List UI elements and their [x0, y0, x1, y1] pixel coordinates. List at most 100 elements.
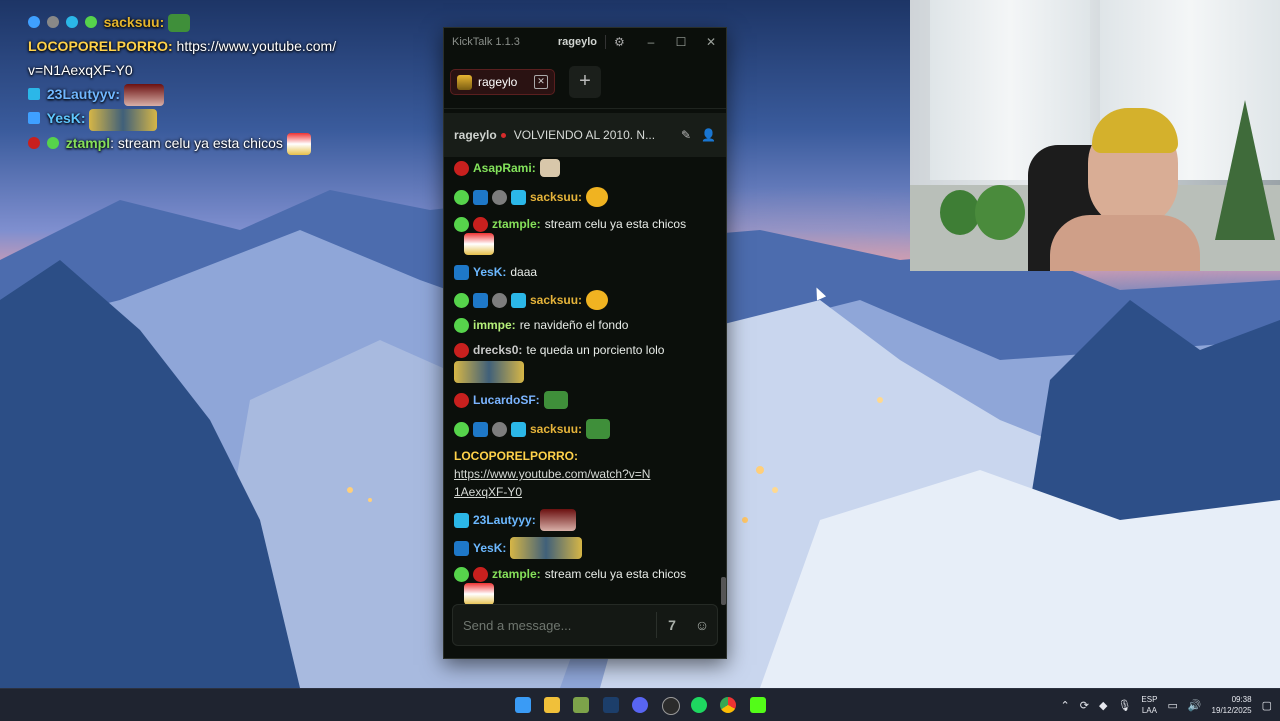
maximize-button[interactable]: ☐	[666, 35, 696, 49]
obs-icon[interactable]	[662, 697, 680, 715]
badge-icon	[511, 189, 526, 205]
overlay-username: YesK:	[46, 110, 86, 127]
discord-icon[interactable]	[632, 697, 648, 713]
chat-username[interactable]: sacksuu:	[530, 291, 582, 309]
chat-username[interactable]: immpe:	[473, 316, 516, 334]
windows-start-icon[interactable]	[515, 697, 531, 713]
badge-icon	[454, 421, 469, 437]
badge-icon	[28, 136, 40, 149]
clock-date: 19/12/2025	[1211, 706, 1252, 715]
badge-icon	[454, 216, 469, 232]
kick-emote-icon[interactable]: ☺	[687, 617, 717, 633]
app-title: KickTalk 1.1.3	[452, 36, 520, 48]
network-icon[interactable]: ▭	[1167, 699, 1177, 712]
stream-info-bar: rageylo VOLVIENDO AL 2010. N... ✎ 👤	[444, 113, 726, 157]
overlay-username: ztampl	[65, 134, 111, 151]
minecraft-icon[interactable]	[573, 697, 589, 713]
message-input[interactable]: Send a message... 7 ☺	[452, 604, 718, 646]
stream-username[interactable]: rageylo	[454, 128, 497, 142]
badge-icon	[492, 421, 507, 437]
chat-message: LOCOPORELPORRO: https://www.youtube.com/…	[454, 447, 716, 501]
badge-icon	[454, 264, 469, 280]
webcam-tree	[1215, 100, 1275, 240]
settings-icon[interactable]: ⚙	[614, 35, 625, 49]
badge-icon	[511, 292, 526, 308]
channel-avatar	[457, 74, 472, 90]
shield-icon[interactable]: ◆	[1099, 699, 1107, 712]
message-input-placeholder: Send a message...	[463, 617, 572, 633]
pin-icon[interactable]: ✎	[681, 128, 691, 142]
overlay-line: ztampl: stream celu ya esta chicos	[28, 131, 408, 155]
language-code: ESP	[1141, 695, 1158, 704]
chat-username[interactable]: drecks0:	[473, 341, 522, 359]
close-button[interactable]: ✕	[696, 35, 726, 49]
badge-icon	[511, 421, 526, 437]
chat-username[interactable]: sacksuu:	[530, 188, 582, 206]
titlebar-divider	[605, 35, 607, 49]
tab-bar: rageylo ✕ +	[444, 56, 726, 109]
chat-overlay: sacksuu: LOCOPORELPORRO: https://www.you…	[28, 10, 408, 155]
window-titlebar[interactable]: KickTalk 1.1.3 rageylo ⚙ – ☐ ✕	[444, 28, 726, 56]
language-indicator[interactable]: ESP LAA	[1141, 694, 1157, 716]
add-tab-button[interactable]: +	[569, 66, 601, 98]
clock[interactable]: 09:38 19/12/2025	[1212, 694, 1252, 716]
chat-text: stream celu ya esta chicos	[544, 567, 687, 581]
chat-username[interactable]: ztample:	[492, 215, 541, 233]
chat-username[interactable]: LucardoSF:	[473, 391, 540, 409]
file-explorer-icon[interactable]	[544, 697, 560, 713]
chat-scrollbar[interactable]	[721, 577, 726, 605]
badge-icon	[84, 16, 97, 28]
badge-icon	[473, 216, 488, 232]
chat-username[interactable]: sacksuu:	[530, 420, 582, 438]
overlay-username: LOCOPORELPORRO:	[28, 38, 173, 54]
7tv-emote-icon[interactable]: 7	[657, 617, 687, 633]
sync-icon[interactable]: ⟳	[1080, 699, 1089, 712]
steam-icon[interactable]	[603, 697, 619, 713]
chat-message: sacksuu:	[454, 187, 716, 207]
volume-icon[interactable]: 🔊	[1188, 699, 1202, 712]
chat-username[interactable]: LOCOPORELPORRO:	[454, 449, 578, 463]
chat-username[interactable]: YesK:	[473, 263, 506, 281]
emote-image	[286, 132, 311, 155]
chat-message: drecks0: te queda un porciento lolo	[454, 341, 716, 383]
overlay-line: YesK:	[28, 106, 408, 131]
badge-icon	[473, 292, 488, 308]
user-icon[interactable]: 👤	[701, 128, 716, 142]
badge-icon	[454, 317, 469, 333]
close-tab-icon[interactable]: ✕	[534, 75, 548, 89]
emote-image	[510, 537, 583, 559]
chat-username[interactable]: 23Lautyyy:	[473, 511, 536, 529]
webcam-feed	[910, 0, 1280, 271]
emote-image	[89, 108, 158, 131]
titlebar-username[interactable]: rageylo	[558, 36, 597, 48]
chat-message: YesK:	[454, 537, 716, 559]
kicktalk-window[interactable]: KickTalk 1.1.3 rageylo ⚙ – ☐ ✕ rageylo ✕…	[443, 27, 727, 659]
chat-message: ztample: stream celu ya esta chicos	[454, 565, 716, 605]
kicktalk-icon[interactable]	[750, 697, 766, 713]
badge-icon	[454, 512, 469, 528]
webcam-plush	[975, 185, 1025, 240]
badge-icon	[454, 540, 469, 556]
chat-message: YesK: daaa	[454, 263, 716, 281]
chat-text: stream celu ya esta chicos	[544, 217, 687, 231]
spotify-icon[interactable]	[691, 697, 707, 713]
microphone-icon[interactable]: 🎙	[1117, 699, 1131, 712]
chat-link[interactable]: https://www.youtube.com/watch?v=N1AexqXF…	[454, 465, 654, 501]
chat-messages[interactable]: AsapRami: sacksuu: ztample: stream celu …	[444, 157, 726, 607]
chat-message: sacksuu:	[454, 290, 716, 310]
chevron-up-icon[interactable]: ⌃	[1061, 699, 1070, 712]
notification-icon[interactable]: ▢	[1262, 699, 1272, 712]
badge-icon	[492, 189, 507, 205]
badge-icon	[473, 189, 488, 205]
chat-username[interactable]: ztample:	[492, 565, 541, 583]
chat-username[interactable]: YesK:	[473, 539, 506, 557]
system-tray: ⌃ ⟳ ◆ 🎙 ESP LAA ▭ 🔊 09:38 19/12/2025 ▢	[1061, 689, 1272, 721]
emote-image	[464, 233, 494, 255]
keyboard-layout: LAA	[1141, 706, 1157, 715]
chat-message: sacksuu:	[454, 419, 716, 439]
tab-rageylo[interactable]: rageylo ✕	[450, 69, 555, 95]
minimize-button[interactable]: –	[636, 35, 666, 49]
overlay-line: LOCOPORELPORRO: https://www.youtube.com/…	[28, 34, 408, 82]
chat-username[interactable]: AsapRami:	[473, 159, 536, 177]
chrome-icon[interactable]	[720, 697, 736, 713]
